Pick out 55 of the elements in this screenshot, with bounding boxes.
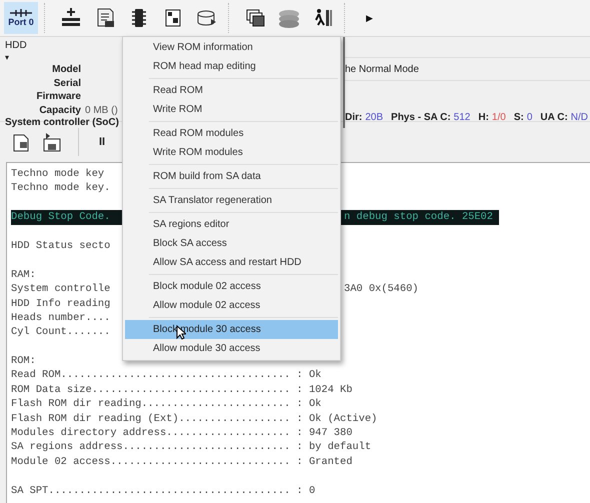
menu-item[interactable]: Allow module 02 access [125,296,338,315]
field-label: Capacity [39,104,81,116]
pause-button[interactable]: II [93,136,112,148]
console-line: HDD Status secto [11,238,110,254]
menu-item[interactable]: ROM head map editing [125,57,338,76]
connector-icon [9,9,33,17]
menu-item[interactable]: Write ROM modules [125,143,338,162]
menu-item[interactable]: ROM build from SA data [125,167,338,186]
section-title: HDD [5,40,27,52]
console-line: ROM: [11,354,36,368]
menu-item[interactable]: Write ROM [125,100,338,119]
console-line: Techno mode key. [11,181,110,196]
status-value: 512 [454,112,470,123]
console-line: RAM: [11,268,36,282]
field-label: Model [52,64,81,76]
console-line: ROM Data size................................ : 1024 Kb [11,382,352,398]
console-line: Cyl Count....... [11,325,110,340]
menu-item[interactable]: Block module 30 access [125,320,338,339]
menu-item[interactable]: SA Translator regeneration [125,191,338,210]
menu-item[interactable]: Allow SA access and restart HDD [125,253,338,272]
status-label: Dir: [345,112,362,123]
status-value: 1/0 [492,112,506,123]
status-label: H: [478,112,489,123]
status-label: Phys - SA C: [391,112,451,123]
console-line: Techno mode key [11,167,104,182]
console-line: HDD Info reading [11,296,110,311]
status-value: N/D [570,112,588,123]
console-line: 3A0 0x(5460) [344,282,418,297]
status-label: UA C: [540,112,568,123]
menu-item[interactable]: Read ROM modules [125,124,338,143]
status-label: S: [514,112,524,123]
field-label: Firmware [36,91,81,102]
console-line: Flash ROM dir reading........................ : Ok [11,397,322,412]
console-line: System controlle [11,282,110,297]
expand-caret[interactable]: ▾ [5,53,9,62]
console-line: Read ROM..................................... : Ok [11,368,322,383]
menu-item[interactable]: Block SA access [125,234,338,253]
more-button[interactable]: ▶ [362,13,377,23]
console-line: Module 02 access............................. : Granted [11,454,352,470]
menu-item[interactable]: Block module 02 access [125,277,338,296]
menu-item[interactable]: Allow module 30 access [125,339,338,358]
menu-item[interactable]: Read ROM [125,81,338,100]
controller-label: System controller (SoC) [5,117,119,128]
field-value: 0 MB () [85,104,118,116]
field-label: Serial [54,78,81,89]
console-line: SA regions address........................... : by default [11,440,372,455]
console-line: Modules directory address.................... : 947 380 [11,426,352,440]
port-button[interactable]: Port 0 [4,2,38,34]
console-line: Heads number.... [11,310,110,326]
status-value: 20B [365,112,384,123]
menu-item[interactable]: View ROM information [125,38,338,57]
console-line: Flash ROM dir reading (Ext).................. : Ok (Active) [11,412,378,426]
status-value: 0 [526,112,532,123]
mode-text: he Normal Mode [345,64,419,74]
console-line: SA SPT....................................... : 0 [11,484,316,498]
